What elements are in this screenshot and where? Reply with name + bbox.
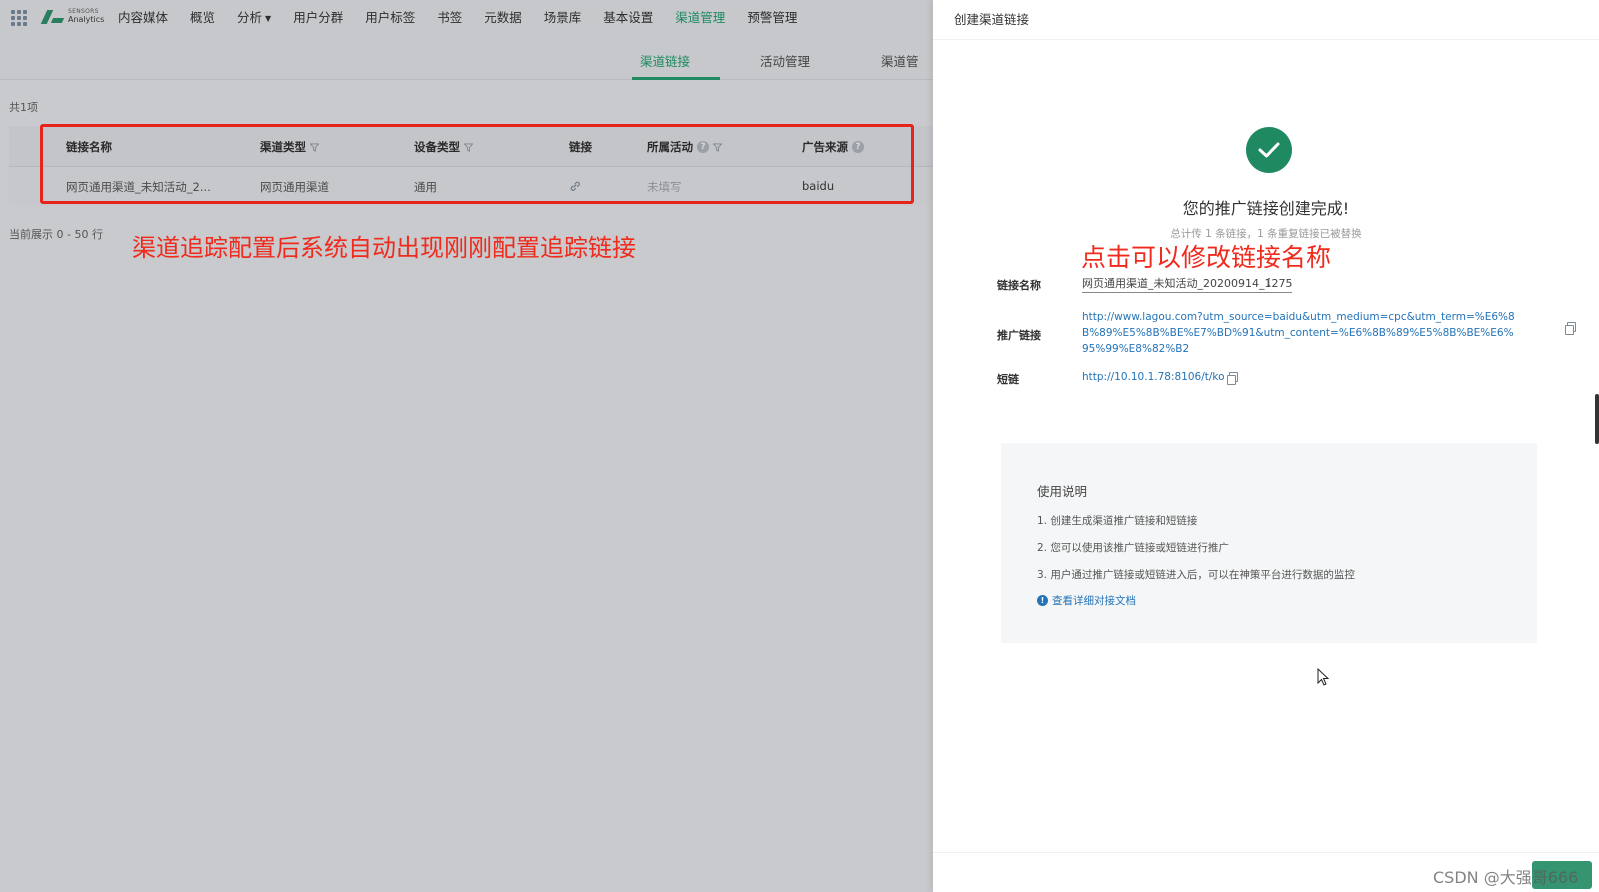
copy-icon[interactable] [1227,372,1238,385]
nav-item-bookmarks[interactable]: 书签 [437,7,462,26]
instruction-item: 3. 用户通过推广链接或短链进入后，可以在神策平台进行数据的监控 [1037,569,1355,581]
annotation-highlight-box [40,124,914,204]
nav-item-overview[interactable]: 概览 [190,7,215,26]
success-check-icon [1246,127,1292,173]
check-icon [1258,142,1280,158]
promo-link-label: 推广链接 [997,329,1041,342]
create-channel-link-drawer: 创建渠道链接 您的推广链接创建完成! 总计传 1 条链接，1 条重复链接已被替换… [933,0,1599,892]
chevron-down-icon: ▼ [265,13,272,23]
nav-item-user-segments[interactable]: 用户分群 [293,7,343,26]
drawer-title: 创建渠道链接 [954,12,1030,27]
cursor-icon [1317,668,1330,686]
nav-item-channel-management[interactable]: 渠道管理 [675,7,725,26]
apps-grid-icon[interactable] [11,10,27,26]
nav-item-metadata[interactable]: 元数据 [484,7,522,26]
top-navigation: SENSORS Analytics 内容媒体 概览 分析 ▼ 用户分群 用户标签 … [0,0,933,40]
nav-item-scene-library[interactable]: 场景库 [544,7,582,26]
promo-link-value[interactable]: http://www.lagou.com?utm_source=baidu&ut… [1082,309,1520,357]
nav-item-basic-settings[interactable]: 基本设置 [603,7,653,26]
logo-text: SENSORS Analytics [68,8,104,24]
sensors-logo[interactable]: SENSORS Analytics [42,8,104,24]
success-title: 您的推广链接创建完成! [1182,199,1350,218]
sensors-logo-mark [42,8,64,24]
row-range-text: 当前展示 0 - 50 行 [9,228,103,241]
view-docs-link[interactable]: ! 查看详细对接文档 [1037,593,1136,608]
view-docs-link-label: 查看详细对接文档 [1052,595,1136,607]
total-count: 共1项 [9,101,38,114]
tab-channel-other[interactable]: 渠道管 [881,51,919,70]
text-cursor-icon [1268,278,1270,286]
tab-activity-management[interactable]: 活动管理 [760,51,810,70]
nav-item-content-media[interactable]: 内容媒体 [118,7,168,26]
nav-items: 内容媒体 概览 分析 ▼ 用户分群 用户标签 书签 元数据 场景库 基本设置 渠道… [118,0,819,32]
instruction-item: 2. 您可以使用该推广链接或短链进行推广 [1037,542,1229,554]
watermark: CSDN @大强哥666 [1433,868,1579,887]
nav-item-analysis-label: 分析 [237,9,263,25]
nav-item-alert-management[interactable]: 预警管理 [747,7,797,26]
scrollbar-handle[interactable] [1595,394,1599,444]
instruction-item: 1. 创建生成渠道推广链接和短链接 [1037,515,1198,527]
short-link-value[interactable]: http://10.10.1.78:8106/t/ko [1082,371,1225,383]
short-link-label: 短链 [997,373,1019,386]
info-icon: ! [1037,595,1048,606]
drawer-header: 创建渠道链接 [933,0,1599,40]
sub-tabs: 渠道链接 活动管理 渠道管 [0,40,933,80]
nav-item-user-tags[interactable]: 用户标签 [365,7,415,26]
annotation-left-text: 渠道追踪配置后系统自动出现刚刚配置追踪链接 [132,234,636,262]
nav-item-analysis[interactable]: 分析 ▼ [237,7,271,26]
active-tab-indicator [632,77,720,80]
link-name-label: 链接名称 [997,279,1041,292]
copy-icon[interactable] [1565,322,1576,335]
logo-line-2: Analytics [68,15,105,24]
annotation-right-text: 点击可以修改链接名称 [1081,243,1332,272]
instructions-title: 使用说明 [1037,484,1088,499]
usage-instructions-panel: 使用说明 1. 创建生成渠道推广链接和短链接 2. 您可以使用该推广链接或短链进… [1001,443,1537,643]
link-name-editable[interactable]: 网页通用渠道_未知活动_20200914_1275 [1082,275,1293,293]
tab-channel-links[interactable]: 渠道链接 [640,51,690,70]
app-background: SENSORS Analytics 内容媒体 概览 分析 ▼ 用户分群 用户标签 … [0,0,933,892]
